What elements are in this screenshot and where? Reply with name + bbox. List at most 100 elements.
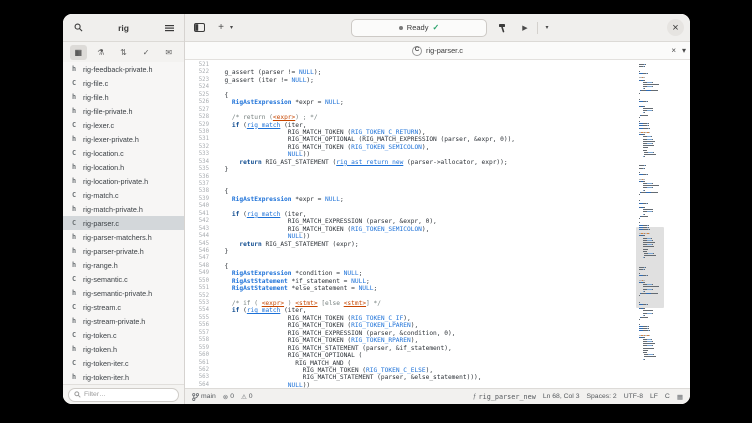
search-button[interactable]: [70, 20, 86, 36]
file-item-rig-token-iter.h[interactable]: hrig-token-iter.h: [63, 370, 184, 384]
new-tab-dropdown-button[interactable]: ▾: [227, 20, 236, 36]
chevron-down-icon: ▾: [230, 24, 233, 31]
file-item-rig-parser-private.h[interactable]: hrig-parser-private.h: [63, 244, 184, 258]
minimap[interactable]: [638, 62, 662, 386]
header-file-icon: h: [72, 107, 83, 115]
toggle-left-panel-button[interactable]: [191, 20, 207, 36]
file-name: rig-file-private.h: [83, 107, 133, 116]
file-item-rig-stream.c[interactable]: Crig-stream.c: [63, 300, 184, 314]
code-line: 549 RigAstExpression *condition = NULL;: [185, 270, 690, 277]
line-number: 545: [185, 241, 217, 248]
line-number: 521: [185, 62, 217, 69]
panel-toggle-icon: [194, 23, 205, 32]
indentation-label: Spaces: 2: [586, 393, 616, 400]
c-source-file-icon: C: [72, 275, 83, 283]
tab-close-button[interactable]: ×: [671, 46, 676, 55]
line-number: 537: [185, 181, 217, 188]
cursor-position-indicator[interactable]: Ln 68, Col 3: [543, 393, 580, 400]
code-line: 550 RigAstStatement *if_statement = NULL…: [185, 278, 690, 285]
file-item-rig-file-private.h[interactable]: hrig-file-private.h: [63, 104, 184, 118]
line-number: 550: [185, 278, 217, 285]
tab-list-dropdown-button[interactable]: ▾: [682, 46, 686, 55]
run-options-dropdown-button[interactable]: ▾: [542, 20, 552, 36]
filter-input[interactable]: Filter…: [68, 388, 179, 402]
line-number: 544: [185, 233, 217, 240]
file-name: rig-parser-private.h: [83, 247, 144, 256]
run-button[interactable]: ▶: [517, 20, 533, 36]
file-item-rig-location.c[interactable]: Crig-location.c: [63, 146, 184, 160]
layout-grid-button[interactable]: ▦: [677, 393, 683, 401]
panel-switcher-todo[interactable]: ✓: [138, 45, 155, 60]
header-file-icon: h: [72, 65, 83, 73]
file-item-rig-stream-private.h[interactable]: hrig-stream-private.h: [63, 314, 184, 328]
warning-counter[interactable]: ⚠ 0: [241, 393, 253, 401]
code-line: 537: [185, 181, 690, 188]
code-line: 529 if (rig_match (iter,: [185, 122, 690, 129]
project-title: rig: [86, 23, 161, 33]
line-number: 529: [185, 122, 217, 129]
indentation-indicator[interactable]: Spaces: 2: [586, 393, 616, 400]
omnibar-status-label: Ready: [407, 23, 429, 32]
panel-switcher-project-tree[interactable]: ▦: [70, 45, 87, 60]
file-item-rig-parser.c[interactable]: Crig-parser.c: [63, 216, 184, 230]
file-name: rig-stream-private.h: [83, 317, 145, 326]
panel-switcher-chat[interactable]: ✉: [160, 45, 177, 60]
header-file-icon: h: [72, 233, 83, 241]
code-line: 546 }: [185, 248, 690, 255]
current-symbol-indicator[interactable]: ƒ rig_parser_new: [473, 393, 536, 401]
header-file-icon: h: [72, 289, 83, 297]
code-line: 539 RigAstExpression *expr = NULL;: [185, 196, 690, 203]
code-line: 545 return RIG_AST_STATEMENT (expr);: [185, 241, 690, 248]
code-line: 552: [185, 293, 690, 300]
file-item-rig-token-iter.c[interactable]: Crig-token-iter.c: [63, 356, 184, 370]
file-item-rig-lexer.c[interactable]: Crig-lexer.c: [63, 118, 184, 132]
code-line: 551 RigAstStatement *else_statement = NU…: [185, 285, 690, 292]
file-item-rig-range.h[interactable]: hrig-range.h: [63, 258, 184, 272]
tab-rig-parser[interactable]: C rig-parser.c: [412, 46, 463, 56]
file-item-rig-file.c[interactable]: Crig-file.c: [63, 76, 184, 90]
file-item-rig-semantic-private.h[interactable]: hrig-semantic-private.h: [63, 286, 184, 300]
build-project-button[interactable]: [495, 20, 511, 36]
file-item-rig-lexer-private.h[interactable]: hrig-lexer-private.h: [63, 132, 184, 146]
code-line: 526 RigAstExpression *expr = NULL;: [185, 99, 690, 106]
omnibar-status-pill[interactable]: Ready ✓: [351, 19, 487, 37]
chat-icon: ✉: [165, 48, 172, 57]
file-item-rig-location-private.h[interactable]: hrig-location-private.h: [63, 174, 184, 188]
line-ending-indicator[interactable]: LF: [650, 393, 658, 400]
window-close-button[interactable]: ×: [667, 19, 684, 36]
code-line: 523 g_assert (iter != NULL);: [185, 77, 690, 84]
panel-switcher-build-pipeline[interactable]: ⇅: [115, 45, 132, 60]
file-name: rig-location.c: [83, 149, 124, 158]
warning-icon: ⚠: [241, 393, 247, 401]
branch-icon: [192, 393, 199, 401]
file-item-rig-feedback-private.h[interactable]: hrig-feedback-private.h: [63, 62, 184, 76]
file-item-rig-token.h[interactable]: hrig-token.h: [63, 342, 184, 356]
line-number: 535: [185, 166, 217, 173]
file-item-rig-match-private.h[interactable]: hrig-match-private.h: [63, 202, 184, 216]
file-item-rig-token.c[interactable]: Crig-token.c: [63, 328, 184, 342]
panel-switcher-unit-tests[interactable]: ⚗: [92, 45, 109, 60]
code-line: 527: [185, 107, 690, 114]
file-item-rig-parser-matchers.h[interactable]: hrig-parser-matchers.h: [63, 230, 184, 244]
code-line: 563 RIG_MATCH_STATEMENT (parser, &else_s…: [185, 374, 690, 381]
line-number: 558: [185, 337, 217, 344]
error-counter[interactable]: ⊗ 0: [223, 393, 234, 401]
encoding-indicator[interactable]: UTF-8: [624, 393, 643, 400]
code-line: 538 {: [185, 188, 690, 195]
file-item-rig-file.h[interactable]: hrig-file.h: [63, 90, 184, 104]
file-item-rig-location.h[interactable]: hrig-location.h: [63, 160, 184, 174]
primary-menu-button[interactable]: [161, 20, 177, 36]
line-number: 557: [185, 330, 217, 337]
code-line: 562 RIG_MATCH_TOKEN (RIG_TOKEN_C_ELSE),: [185, 367, 690, 374]
c-source-file-icon: C: [72, 359, 83, 367]
git-branch-indicator[interactable]: main: [192, 393, 216, 401]
file-item-rig-match.c[interactable]: Crig-match.c: [63, 188, 184, 202]
line-number: 539: [185, 196, 217, 203]
file-name: rig-semantic-private.h: [83, 289, 152, 298]
language-indicator[interactable]: C: [665, 393, 670, 400]
code-line: 528 /* return (<expr>) ; */: [185, 114, 690, 121]
line-number: 551: [185, 285, 217, 292]
function-icon: ƒ: [473, 393, 477, 400]
code-editor[interactable]: 521522 g_assert (parser != NULL);523 g_a…: [185, 60, 690, 388]
file-item-rig-semantic.c[interactable]: Crig-semantic.c: [63, 272, 184, 286]
